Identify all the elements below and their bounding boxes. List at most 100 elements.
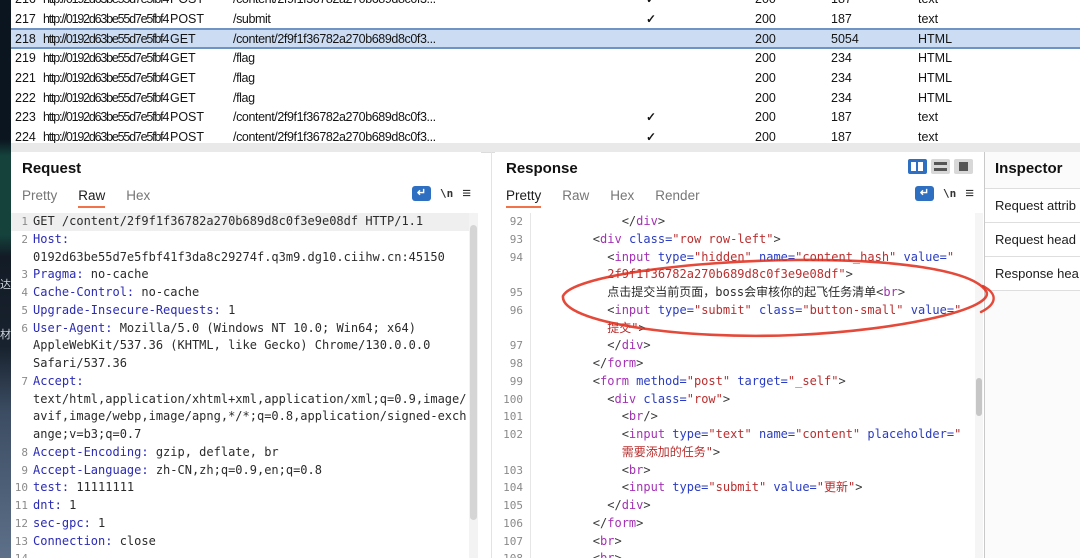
cell-path: /flag <box>233 90 255 105</box>
inspector-section-request-attrib[interactable]: Request attrib <box>985 188 1080 222</box>
background-text-fragment: 材 <box>0 329 11 341</box>
line-number: 100 <box>503 392 523 406</box>
cell-id: 223 <box>15 110 36 125</box>
response-code-line: 94 <input type="hidden" name="content_ha… <box>495 249 972 267</box>
request-scrollbar-thumb[interactable] <box>470 225 477 520</box>
stacked-layout-button[interactable] <box>931 159 950 174</box>
line-number: 6 <box>21 321 28 335</box>
response-code-line: 96 <input type="submit" class="button-sm… <box>495 302 972 320</box>
cell-path: /submit <box>233 11 271 26</box>
request-editor[interactable]: 1 GET /content/2f9f1f36782a270b689d8c0f3e… <box>11 213 469 558</box>
cell-status: 200 <box>755 90 776 105</box>
response-code-line: 100 <div class="row"> <box>495 391 972 409</box>
cell-length: 234 <box>831 70 852 85</box>
cell-path: /flag <box>233 51 255 66</box>
request-code-line: 1 GET /content/2f9f1f36782a270b689d8c0f3e… <box>11 213 469 231</box>
single-pane-layout-button[interactable] <box>954 159 973 174</box>
request-tab-raw[interactable]: Raw <box>78 188 106 208</box>
request-tab-hex[interactable]: Hex <box>126 188 150 208</box>
cell-length: 234 <box>831 51 852 66</box>
code-text: <div class="row"> <box>535 391 731 406</box>
response-scrollbar[interactable] <box>975 213 983 558</box>
request-code-line: Safari/537.36 <box>11 355 469 373</box>
inspector-panel: Inspector Request attrib Request head Resp… <box>984 152 1080 558</box>
cell-id: 221 <box>15 70 36 85</box>
editor-menu-icon[interactable]: ≡ <box>462 186 471 201</box>
code-text: 提交"> <box>535 320 646 335</box>
response-code-line: 104 <input type="submit" value="更新"> <box>495 479 972 497</box>
code-text: 点击提交当前页面，boss会审核你的起飞任务清单<br> <box>535 285 906 299</box>
columns-layout-button[interactable] <box>908 159 927 174</box>
inspector-section-request-head[interactable]: Request head <box>985 222 1080 256</box>
request-response-divider[interactable] <box>491 152 492 558</box>
request-scrollbar[interactable] <box>469 213 478 558</box>
response-code-line: 需要添加的任务"> <box>495 444 972 462</box>
table-row-223[interactable]: 223 http://0192d63be55d7e5fbf41f...POST/c… <box>11 107 1080 127</box>
show-newlines-icon[interactable]: \n <box>440 187 453 200</box>
cell-url: http://0192d63be55d7e5fbf41f... <box>43 70 169 85</box>
cell-id: 217 <box>15 11 36 26</box>
response-scrollbar-thumb[interactable] <box>976 378 982 416</box>
line-number: 3 <box>21 268 28 282</box>
code-text: </form> <box>535 515 644 530</box>
code-text: Pragma: no-cache <box>33 267 149 282</box>
table-row-222[interactable]: 222 http://0192d63be55d7e5fbf41f...GET/fl… <box>11 88 1080 108</box>
request-code-line: 0192d63be55d7e5fbf41f3da8c29274f.q3m9.dg… <box>11 249 469 267</box>
code-text: <br> <box>535 551 622 558</box>
table-row-218[interactable]: 218 http://0192d63be55d7e5fbf41f...GET/co… <box>11 28 1080 50</box>
code-text: Accept: <box>33 373 84 388</box>
table-row-224[interactable]: 224 http://0192d63be55d7e5fbf41f...POST/c… <box>11 127 1080 143</box>
cell-status: 200 <box>755 0 776 6</box>
editor-menu-icon[interactable]: ≡ <box>965 186 974 201</box>
response-tab-pretty[interactable]: Pretty <box>506 188 542 208</box>
response-tab-raw[interactable]: Raw <box>562 188 589 208</box>
line-number: 1 <box>21 215 28 228</box>
line-number: 13 <box>14 534 28 548</box>
cell-params: ✓ <box>645 110 657 125</box>
word-wrap-icon[interactable]: ↵ <box>411 186 431 201</box>
burp-proxy-screen: 达材 216http://0192d63be55d7e5fbf41f...POS… <box>0 0 1080 558</box>
response-tab-render[interactable]: Render <box>655 188 699 208</box>
show-newlines-icon[interactable]: \n <box>943 187 956 200</box>
code-text: </div> <box>535 498 651 512</box>
table-row-217[interactable]: 217 http://0192d63be55d7e5fbf41f...POST/s… <box>11 9 1080 29</box>
table-row-216[interactable]: 216 http://0192d63be55d7e5fbf41f...POST/c… <box>11 0 1080 9</box>
word-wrap-icon[interactable]: ↵ <box>914 186 934 201</box>
response-tabs: Pretty Raw Hex Render <box>506 188 700 208</box>
line-number: 96 <box>509 303 523 317</box>
cell-length: 187 <box>831 110 852 125</box>
code-text: Accept-Language: zh-CN,zh;q=0.9,en;q=0.8 <box>33 462 322 477</box>
request-tab-pretty[interactable]: Pretty <box>22 188 57 208</box>
line-number: 103 <box>503 463 523 477</box>
response-tab-hex[interactable]: Hex <box>610 188 634 208</box>
cell-path: /content/2f9f1f36782a270b689d8c0f3... <box>233 0 436 6</box>
code-text: </div> <box>535 338 651 353</box>
response-code-line: 106 </form> <box>495 515 972 533</box>
request-panel: Request Pretty Raw Hex ↵ \n ≡ 1 GET /conten… <box>11 152 481 558</box>
table-row-221[interactable]: 221 http://0192d63be55d7e5fbf41f...GET/fl… <box>11 68 1080 88</box>
http-history-table[interactable]: 216http://0192d63be55d7e5fbf41f...POST/c… <box>11 0 1080 143</box>
code-text: AppleWebKit/537.36 (KHTML, like Gecko) C… <box>33 338 431 353</box>
inspector-section-response-hea[interactable]: Response hea <box>985 256 1080 291</box>
cell-status: 200 <box>755 70 776 85</box>
code-text: <div class="row row-left"> <box>535 231 781 246</box>
cell-params: ✓ <box>639 0 663 6</box>
line-number: 11 <box>14 499 28 512</box>
line-number: 5 <box>21 303 28 317</box>
request-code-line: 5 Upgrade-Insecure-Requests: 1 <box>11 302 469 320</box>
request-code-line: 11 dnt: 1 <box>11 497 469 515</box>
line-number: 97 <box>509 339 523 353</box>
cell-status: 200 <box>755 129 776 143</box>
response-editor[interactable]: 92 </div> 93 <div class="row row-left"> 94… <box>495 213 972 558</box>
code-text: GET /content/2f9f1f36782a270b689d8c0f3e9… <box>33 214 424 228</box>
cell-id: 216 <box>15 0 36 6</box>
code-text: Cache-Control: no-cache <box>33 285 200 299</box>
code-text: sec-gpc: 1 <box>33 515 106 530</box>
response-code-line: 105 </div> <box>495 497 972 515</box>
cell-url: http://0192d63be55d7e5fbf41f... <box>43 11 169 26</box>
cell-status: 200 <box>755 31 776 46</box>
table-row-219[interactable]: 219 http://0192d63be55d7e5fbf41f...GET/fl… <box>11 48 1080 68</box>
code-text: Host: <box>33 231 70 246</box>
response-code-line: 提交"> <box>495 320 972 338</box>
line-number: 105 <box>503 499 523 512</box>
